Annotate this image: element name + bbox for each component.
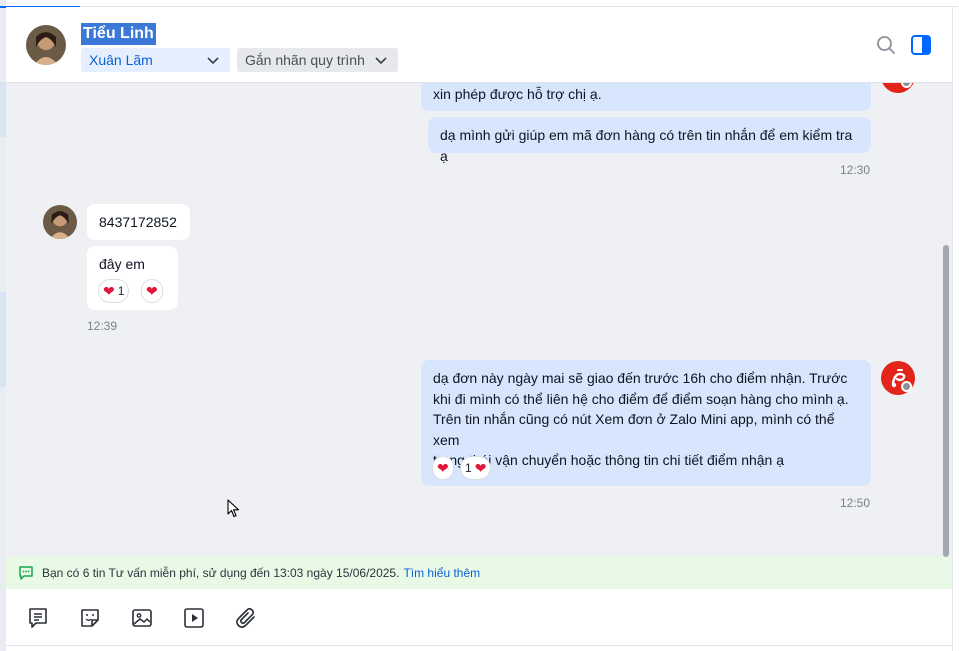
contact-avatar[interactable]	[43, 205, 77, 239]
status-dot	[901, 381, 912, 392]
message-text: 8437172852	[99, 214, 177, 230]
notice-text: Bạn có 6 tin Tư vấn miễn phí, sử dụng đế…	[42, 566, 400, 580]
workflow-tag-label: Gắn nhãn quy trình	[245, 52, 365, 68]
message-timestamp: 12:50	[840, 496, 871, 510]
message-text: đây em	[99, 256, 145, 272]
contact-avatar[interactable]	[26, 25, 66, 65]
heart-icon: ❤	[437, 460, 449, 476]
reaction-badge[interactable]: ❤ 1	[98, 279, 130, 303]
message-icon	[19, 566, 33, 580]
message-timestamp: 12:39	[87, 319, 118, 333]
message-timestamp: 12:30	[840, 163, 871, 177]
right-divider	[952, 6, 953, 651]
assignee-label: Xuân Lãm	[89, 52, 153, 68]
sticker-icon[interactable]	[78, 606, 102, 630]
reaction-count: 1	[465, 461, 472, 475]
learn-more-link[interactable]: Tìm hiểu thêm	[403, 566, 480, 580]
heart-icon: ❤	[146, 283, 158, 299]
add-reaction-button[interactable]: ❤	[432, 456, 454, 480]
chevron-down-icon	[207, 57, 219, 65]
message-text: xin phép được hỗ trợ chị ạ.	[433, 86, 602, 102]
attach-icon[interactable]	[234, 606, 258, 630]
image-icon[interactable]	[130, 606, 154, 630]
message-text-line: trạng thái vận chuyển hoặc thông tin chi…	[433, 452, 785, 468]
incoming-message[interactable]: đây em	[87, 246, 178, 310]
add-reaction-button[interactable]: ❤	[141, 279, 163, 303]
reaction-count: 1	[117, 284, 125, 298]
reaction-badge[interactable]: 1 ❤	[460, 456, 492, 480]
message-text-line: dạ đơn này ngày mai sẽ giao đến trước 16…	[433, 370, 848, 386]
contact-name[interactable]: Tiểu Linh	[81, 23, 156, 45]
heart-icon: ❤	[103, 283, 115, 299]
search-icon[interactable]	[875, 34, 897, 56]
message-text: dạ mình gửi giúp em mã đơn hàng có trên …	[440, 127, 853, 164]
assignee-dropdown[interactable]: Xuân Lãm	[81, 48, 230, 72]
outgoing-message[interactable]: dạ mình gửi giúp em mã đơn hàng có trên …	[428, 117, 871, 164]
workflow-tag-dropdown[interactable]: Gắn nhãn quy trình	[237, 48, 398, 72]
scrollbar[interactable]	[940, 83, 952, 557]
scrollbar-thumb[interactable]	[943, 245, 949, 557]
quick-message-icon[interactable]	[26, 606, 50, 630]
composer-toolbar	[6, 589, 952, 646]
outgoing-message[interactable]: xin phép được hỗ trợ chị ạ.	[421, 83, 871, 111]
free-message-notice: Bạn có 6 tin Tư vấn miễn phí, sử dụng đế…	[6, 557, 952, 589]
video-icon[interactable]	[182, 606, 206, 630]
chevron-down-icon	[375, 57, 387, 65]
incoming-message[interactable]: 8437172852	[87, 204, 190, 240]
chat-window: Tiểu Linh Xuân Lãm Gắn nhãn quy trình xi…	[0, 0, 959, 651]
message-text-line: khi đi mình có thể liên hệ cho điểm để đ…	[433, 390, 849, 407]
panel-toggle-icon[interactable]	[910, 34, 932, 56]
heart-icon: ❤	[474, 460, 487, 476]
message-list[interactable]: xin phép được hỗ trợ chị ạ. dạ mình gửi …	[6, 83, 952, 557]
message-text-line: Trên tin nhắn cũng có nút Xem đơn ở Zalo…	[433, 411, 835, 448]
mouse-cursor-icon	[227, 499, 240, 518]
conversation-header: Tiểu Linh Xuân Lãm Gắn nhãn quy trình	[6, 7, 952, 83]
